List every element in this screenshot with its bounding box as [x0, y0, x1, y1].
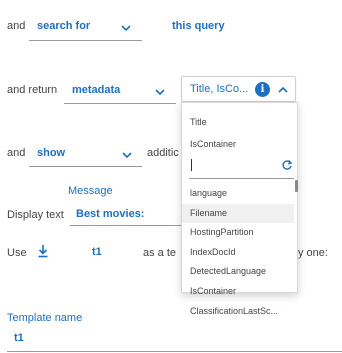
- show-value: show: [37, 147, 66, 159]
- search-underline: [189, 178, 294, 179]
- fields-multiselect[interactable]: Title, IsCo... i: [181, 76, 296, 102]
- display-text-input[interactable]: Best movies:: [76, 208, 144, 220]
- field-option[interactable]: HostingPartition: [182, 223, 294, 243]
- row2-prefix: and return: [7, 84, 58, 96]
- row5-suffix: y one:: [298, 247, 328, 259]
- return-type-value: metadata: [72, 84, 121, 96]
- field-option[interactable]: Filename: [182, 203, 294, 224]
- refresh-icon[interactable]: [281, 159, 293, 171]
- verb-dropdown[interactable]: search for: [29, 14, 142, 40]
- verb-value: search for: [37, 20, 91, 32]
- chevron-down-icon: [155, 89, 165, 96]
- return-type-underline: [64, 103, 176, 104]
- verb-underline: [29, 40, 142, 41]
- info-icon[interactable]: i: [255, 82, 270, 97]
- return-type-dropdown[interactable]: metadata: [64, 77, 176, 103]
- field-option[interactable]: IndexDocId: [182, 243, 294, 263]
- chevron-down-icon: [122, 152, 132, 159]
- selected-field[interactable]: Title: [190, 117, 207, 127]
- scrollbar-thumb[interactable]: [295, 180, 298, 192]
- show-underline: [29, 166, 142, 167]
- show-dropdown[interactable]: show: [29, 140, 142, 166]
- selected-field[interactable]: IsContainer: [190, 139, 236, 149]
- field-option[interactable]: language: [182, 184, 294, 204]
- template-name-label: Template name: [7, 312, 83, 324]
- message-label: Message: [68, 185, 113, 197]
- chevron-up-icon[interactable]: [277, 86, 289, 94]
- row3-prefix: and: [7, 147, 26, 159]
- chevron-down-icon: [121, 25, 131, 32]
- field-option[interactable]: DetectedLanguage: [182, 262, 294, 282]
- template-name-underline: [7, 351, 342, 352]
- display-text-underline: [70, 225, 181, 226]
- fields-value: Title, IsCo...: [190, 83, 249, 95]
- fields-popup: Title IsContainer language Filename Host…: [181, 102, 298, 316]
- search-caret: [191, 159, 192, 171]
- row5-mid-text: as a te: [143, 247, 177, 259]
- row5-prefix: Use: [7, 247, 27, 259]
- query-link[interactable]: this query: [172, 20, 225, 32]
- field-options-list: language Filename HostingPartition Index…: [182, 184, 294, 321]
- download-icon[interactable]: [37, 244, 49, 258]
- template-name-input[interactable]: t1: [14, 332, 24, 344]
- row3-suffix: additic: [147, 147, 179, 159]
- row1-prefix: and: [7, 20, 26, 32]
- field-option[interactable]: IsContainer: [182, 282, 294, 302]
- display-text-label: Display text: [7, 209, 64, 221]
- field-option[interactable]: ClassificationLastSc...: [182, 302, 294, 322]
- template-dropdown[interactable]: t1: [92, 246, 102, 258]
